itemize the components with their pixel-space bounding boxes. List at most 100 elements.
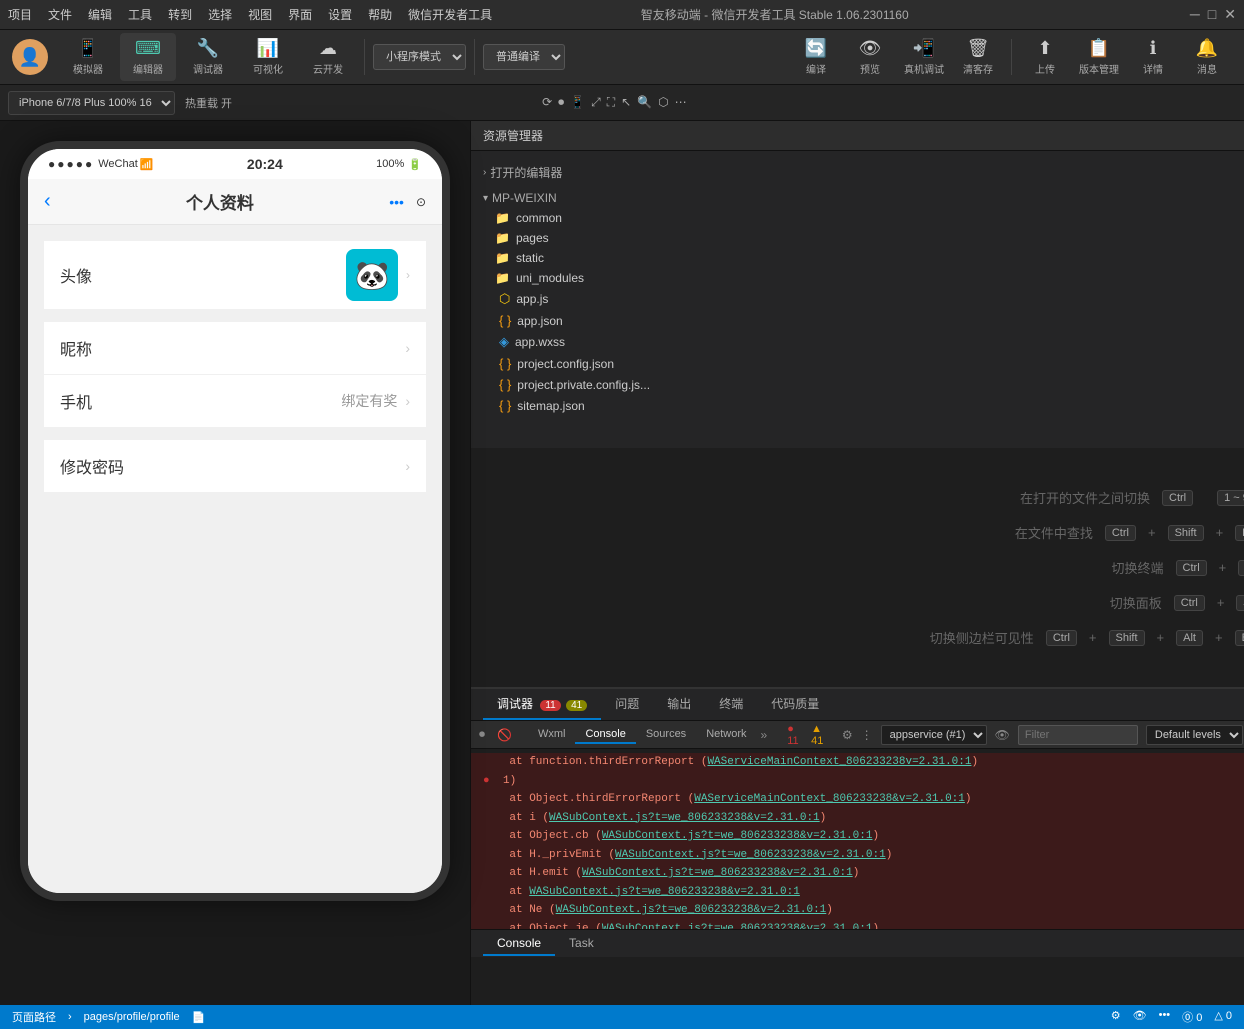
- sub-tab-sources[interactable]: Sources: [636, 726, 696, 744]
- file-project-private-icon: { }: [499, 377, 511, 392]
- menu-item-select[interactable]: 选择: [208, 6, 232, 23]
- tab-debugger[interactable]: 调试器 11 41: [483, 689, 601, 720]
- phone-nav-scan[interactable]: ⊙: [416, 195, 426, 209]
- file-project-private[interactable]: { } project.private.config.js...: [471, 374, 1244, 395]
- log-link-8[interactable]: WASubContext.js?t=we_806233238&v=2.31.0:…: [529, 886, 800, 898]
- open-editors-header[interactable]: › 打开的编辑器: [471, 161, 1244, 184]
- refresh-icon[interactable]: ⟳: [542, 95, 552, 110]
- log-link-4[interactable]: WASubContext.js?t=we_806233238&v=2.31.0:…: [549, 812, 820, 824]
- rotate-icon[interactable]: ⤢: [591, 95, 601, 110]
- version-mgmt-button[interactable]: 📋 版本管理: [1074, 33, 1124, 81]
- menu-item-tool[interactable]: 工具: [128, 6, 152, 23]
- minimize-button[interactable]: ─: [1190, 6, 1200, 23]
- mode-select[interactable]: 小程序模式: [373, 44, 466, 70]
- right-layout: 资源管理器 ••• › 打开的编辑器 ▾: [471, 121, 1244, 1005]
- fullscreen-icon[interactable]: ⛶: [607, 95, 615, 110]
- phone-nav-more[interactable]: •••: [389, 194, 404, 210]
- more-icon[interactable]: ⋯: [675, 95, 687, 110]
- folder-pages[interactable]: 📁 pages: [471, 228, 1244, 248]
- status-errors: ⓪ 0: [1182, 1009, 1202, 1025]
- console-tab[interactable]: Console: [483, 932, 555, 956]
- device-select[interactable]: iPhone 6/7/8 Plus 100% 16: [8, 91, 175, 115]
- real-debug-button[interactable]: 📲 真机调试: [899, 33, 949, 81]
- profile-phone-row[interactable]: 手机 绑定有奖 ›: [44, 375, 426, 428]
- device-icon[interactable]: 📱: [570, 95, 585, 110]
- file-sitemap[interactable]: { } sitemap.json: [471, 395, 1244, 416]
- compile-button[interactable]: 🔄 编译: [791, 33, 841, 81]
- status-file-icon[interactable]: 📄: [192, 1011, 206, 1024]
- eye-icon[interactable]: 👁: [995, 728, 1010, 742]
- log-link-5[interactable]: WASubContext.js?t=we_806233238&v=2.31.0:…: [602, 830, 873, 842]
- vertical-dots-icon[interactable]: ⋮: [861, 728, 873, 742]
- cursor-icon[interactable]: ↖: [621, 95, 631, 110]
- menu-item-edit[interactable]: 编辑: [88, 6, 112, 23]
- upload-button[interactable]: ⬆ 上传: [1020, 33, 1070, 81]
- file-app-wxss[interactable]: ◈ app.wxss: [471, 331, 1244, 353]
- settings-gear-icon[interactable]: ⚙: [1111, 1009, 1121, 1025]
- maximize-button[interactable]: □: [1208, 6, 1216, 23]
- hotreload-toggle[interactable]: 热重载 开: [177, 93, 240, 113]
- menu-item-file[interactable]: 文件: [48, 6, 72, 23]
- phone-back-button[interactable]: ‹: [44, 190, 51, 213]
- tab-code-quality[interactable]: 代码质量: [757, 689, 833, 720]
- log-link-6[interactable]: WASubContext.js?t=we_806233238&v=2.31.0:…: [615, 849, 886, 861]
- tab-issues[interactable]: 问题: [601, 689, 653, 720]
- stop-icon[interactable]: ⏺: [558, 95, 564, 110]
- context-select[interactable]: appservice (#1): [881, 725, 987, 745]
- messages-button[interactable]: 🔔 消息: [1182, 33, 1232, 81]
- mp-weixin-header[interactable]: ▾ MP-WEIXIN: [471, 188, 1244, 208]
- editor-button[interactable]: ⌨ 编辑器: [120, 33, 176, 81]
- visual-icon: 📊: [257, 38, 279, 59]
- sub-tab-console[interactable]: Console: [575, 726, 635, 744]
- file-project-config[interactable]: { } project.config.json: [471, 353, 1244, 374]
- clear-log-icon[interactable]: 🚫: [497, 728, 512, 742]
- folder-uni-modules[interactable]: 📁 uni_modules: [471, 268, 1244, 288]
- menu-item-settings[interactable]: 设置: [328, 6, 352, 23]
- filter-input[interactable]: [1018, 725, 1138, 745]
- menu-item-ui[interactable]: 界面: [288, 6, 312, 23]
- phone-battery-label: 100%: [376, 158, 404, 170]
- file-app-json[interactable]: { } app.json: [471, 310, 1244, 331]
- details-button[interactable]: ℹ 详情: [1128, 33, 1178, 81]
- menu-item-wechat-devtools[interactable]: 微信开发者工具: [408, 6, 492, 23]
- tab-output[interactable]: 输出: [653, 689, 705, 720]
- record-icon[interactable]: ⏺: [479, 727, 485, 742]
- main-toolbar: 👤 📱 模拟器 ⌨ 编辑器 🔧 调试器 📊 可视化 ☁ 云开发 小程序模式 普通…: [0, 30, 1244, 85]
- sub-tab-network[interactable]: Network: [696, 726, 756, 744]
- settings-icon[interactable]: ⚙: [842, 728, 853, 742]
- preview-eye-icon[interactable]: 👁: [1133, 1009, 1147, 1025]
- task-tab[interactable]: Task: [555, 932, 608, 956]
- menu-item-help[interactable]: 帮助: [368, 6, 392, 23]
- log-link-9[interactable]: WASubContext.js?t=we_806233238&v=2.31.0:…: [556, 904, 827, 916]
- content-area: ●●●●● WeChat 📶 20:24 100% 🔋 ‹ 个人资料 ••• ⊙: [0, 121, 1244, 1005]
- log-link-7[interactable]: WASubContext.js?t=we_806233238&v=2.31.0:…: [582, 867, 853, 879]
- simulator-button[interactable]: 📱 模拟器: [60, 33, 116, 81]
- menu-item-project[interactable]: 项目: [8, 6, 32, 23]
- menu-item-goto[interactable]: 转到: [168, 6, 192, 23]
- more-options-icon[interactable]: •••: [1159, 1009, 1171, 1025]
- folder-common[interactable]: 📁 common: [471, 208, 1244, 228]
- tab-terminal[interactable]: 终端: [705, 689, 757, 720]
- file-app-js[interactable]: ⬡ app.js: [471, 288, 1244, 310]
- cloud-button[interactable]: ☁ 云开发: [300, 33, 356, 81]
- compile-mode-select[interactable]: 普通编译: [483, 44, 565, 70]
- clear-cache-button[interactable]: 🗑 清客存: [953, 33, 1003, 81]
- menu-item-view[interactable]: 视图: [248, 6, 272, 23]
- inspect-icon[interactable]: ⬡: [658, 95, 668, 110]
- user-avatar[interactable]: 👤: [12, 39, 48, 75]
- close-button[interactable]: ✕: [1224, 6, 1236, 23]
- level-select[interactable]: Default levels: [1146, 725, 1243, 745]
- preview-button[interactable]: 👁 预览: [845, 33, 895, 81]
- log-link-1[interactable]: WAServiceMainContext_806233238v=2.31.0:1: [707, 756, 971, 768]
- profile-password-row[interactable]: 修改密码 ›: [44, 440, 426, 493]
- visual-button[interactable]: 📊 可视化: [240, 33, 296, 81]
- search-icon[interactable]: 🔍: [637, 95, 652, 110]
- folder-static[interactable]: 📁 static: [471, 248, 1244, 268]
- log-link-3[interactable]: WAServiceMainContext_806233238&v=2.31.0:…: [694, 793, 965, 805]
- phone-bind-value: 绑定有奖: [341, 391, 397, 411]
- debugger-button[interactable]: 🔧 调试器: [180, 33, 236, 81]
- profile-nickname-row[interactable]: 昵称 ›: [44, 322, 426, 375]
- profile-avatar-row[interactable]: 头像 🐼 ›: [44, 241, 426, 310]
- more-tabs-icon[interactable]: »: [757, 726, 772, 744]
- sub-tab-wxml[interactable]: Wxml: [528, 726, 576, 744]
